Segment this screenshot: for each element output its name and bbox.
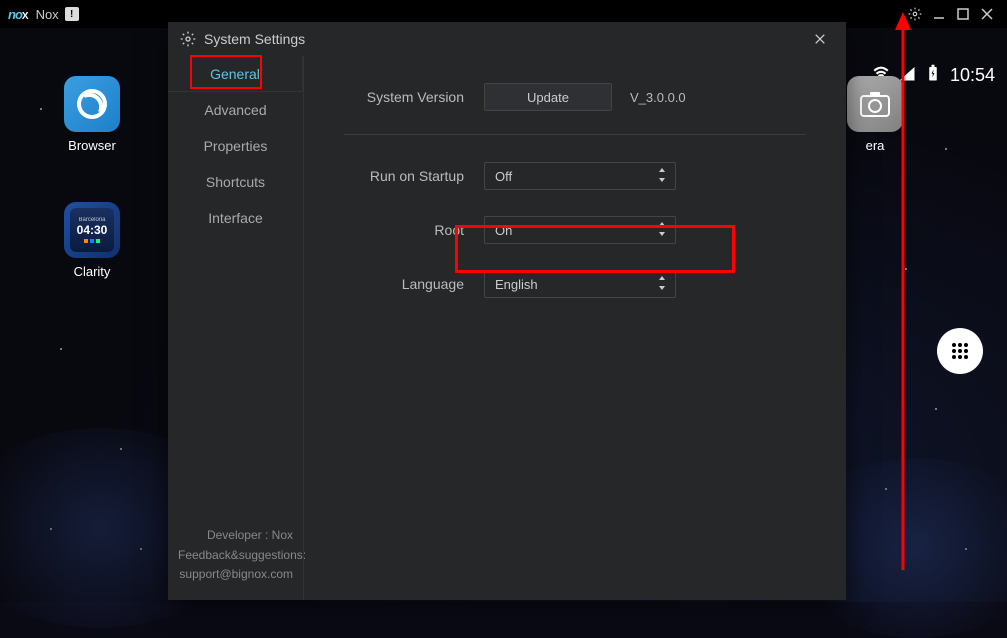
battery-icon bbox=[924, 64, 942, 87]
maximize-button[interactable] bbox=[951, 2, 975, 26]
apps-drawer-button[interactable] bbox=[937, 328, 983, 374]
status-time: 10:54 bbox=[950, 65, 995, 86]
gear-icon bbox=[180, 31, 196, 47]
tab-general[interactable]: General bbox=[168, 56, 303, 92]
browser-label: Browser bbox=[60, 138, 124, 153]
sidebar-footer: Developer : Nox Feedback&suggestions: su… bbox=[168, 514, 303, 600]
startup-label: Run on Startup bbox=[344, 168, 484, 184]
divider bbox=[344, 134, 806, 135]
tab-properties[interactable]: Properties bbox=[168, 128, 303, 164]
system-version-label: System Version bbox=[344, 89, 484, 105]
close-window-button[interactable] bbox=[975, 2, 999, 26]
minimize-button[interactable] bbox=[927, 2, 951, 26]
settings-sidebar: General Advanced Properties Shortcuts In… bbox=[168, 56, 303, 600]
startup-select[interactable]: Off bbox=[484, 162, 676, 190]
version-text: V_3.0.0.0 bbox=[630, 90, 686, 105]
root-label: Root bbox=[344, 222, 484, 238]
chevron-updown-icon bbox=[657, 276, 667, 293]
notification-icon[interactable]: ! bbox=[65, 7, 79, 21]
chevron-updown-icon bbox=[657, 168, 667, 185]
nox-logo: noX bbox=[8, 7, 28, 22]
language-label: Language bbox=[344, 276, 484, 292]
camera-label: era bbox=[843, 138, 907, 153]
language-select[interactable]: English bbox=[484, 270, 676, 298]
tab-shortcuts[interactable]: Shortcuts bbox=[168, 164, 303, 200]
system-settings-modal: System Settings General Advanced Propert… bbox=[168, 22, 846, 600]
settings-content: System Version Update V_3.0.0.0 Run on S… bbox=[303, 56, 846, 600]
app-name: Nox bbox=[36, 7, 59, 22]
browser-app-icon[interactable]: Browser bbox=[60, 76, 124, 153]
close-modal-button[interactable] bbox=[814, 29, 834, 49]
root-select[interactable]: On bbox=[484, 216, 676, 244]
clarity-label: Clarity bbox=[60, 264, 124, 279]
settings-gear-icon[interactable] bbox=[903, 2, 927, 26]
tab-advanced[interactable]: Advanced bbox=[168, 92, 303, 128]
modal-header: System Settings bbox=[168, 22, 846, 56]
chevron-updown-icon bbox=[657, 222, 667, 239]
tab-interface[interactable]: Interface bbox=[168, 200, 303, 236]
camera-app-icon[interactable]: era bbox=[843, 76, 907, 153]
modal-title: System Settings bbox=[204, 31, 305, 47]
clarity-app-icon[interactable]: Barcelona 04:30 Clarity bbox=[60, 202, 124, 279]
update-button[interactable]: Update bbox=[484, 83, 612, 111]
